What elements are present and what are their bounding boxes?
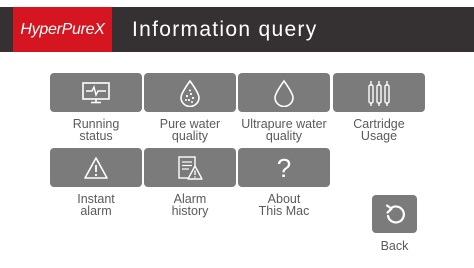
about-this-mac-button[interactable]: ? bbox=[238, 148, 330, 187]
running-status-button[interactable] bbox=[50, 73, 142, 112]
ultrapure-water-quality-label: Ultrapure water quality bbox=[241, 117, 327, 143]
cartridges-icon bbox=[368, 80, 390, 106]
ultrapure-water-quality-button[interactable] bbox=[238, 73, 330, 112]
pure-water-quality-button[interactable] bbox=[144, 73, 236, 112]
cartridge-usage-button[interactable] bbox=[333, 73, 425, 112]
back-button[interactable] bbox=[372, 195, 417, 233]
brand-logo: HyperPureX bbox=[13, 7, 112, 52]
water-drop-dots-icon bbox=[180, 79, 200, 107]
alarm-history-button[interactable] bbox=[144, 148, 236, 187]
page-title: Information query bbox=[132, 18, 318, 41]
water-drop-icon bbox=[274, 79, 294, 107]
warning-triangle-icon bbox=[84, 156, 108, 179]
back-label: Back bbox=[380, 239, 409, 253]
svg-text:?: ? bbox=[277, 154, 291, 182]
cartridge-usage-label: Cartridge Usage bbox=[353, 117, 405, 143]
document-warning-icon bbox=[178, 155, 203, 180]
monitor-waveform-icon bbox=[82, 81, 110, 103]
back-arrow-icon bbox=[385, 204, 405, 224]
about-this-mac-label: About This Mac bbox=[258, 192, 310, 218]
header-bar: HyperPureX Information query bbox=[0, 7, 474, 52]
instant-alarm-button[interactable] bbox=[50, 148, 142, 187]
question-mark-icon: ? bbox=[277, 154, 291, 182]
